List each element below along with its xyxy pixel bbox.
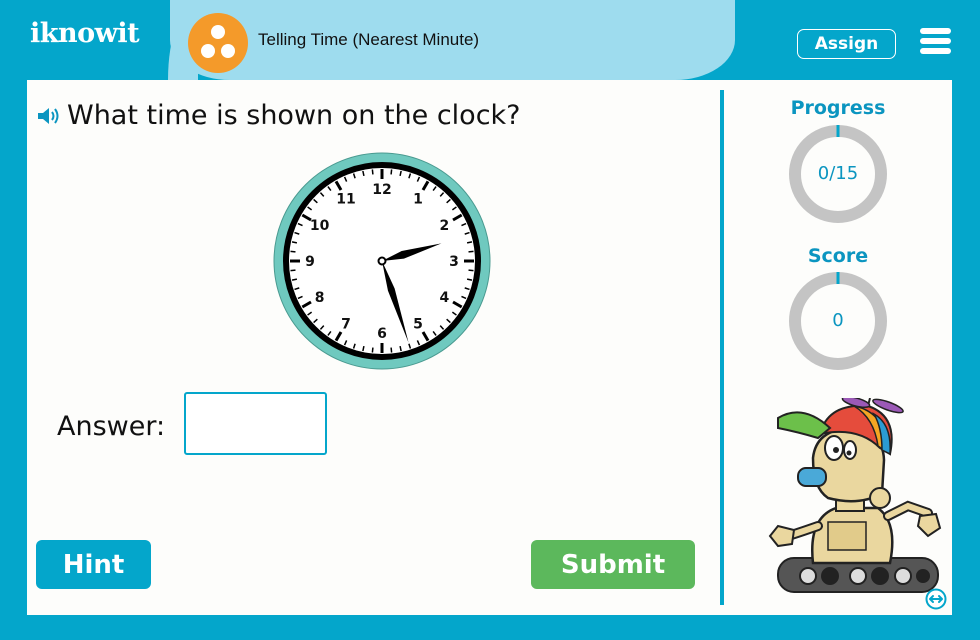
minute-tick <box>466 241 473 244</box>
robot-mascot <box>768 398 942 593</box>
minute-tick <box>371 169 374 175</box>
clock-numeral: 2 <box>439 218 449 234</box>
hint-button[interactable]: Hint <box>36 540 151 589</box>
minute-tick <box>390 169 393 175</box>
clock-numeral: 3 <box>449 254 459 270</box>
swap-horizontal-icon[interactable] <box>925 588 947 610</box>
answer-label: Answer: <box>57 411 166 442</box>
score-value: 0 <box>832 310 844 331</box>
assign-button[interactable]: Assign <box>797 29 896 59</box>
clock-numeral: 4 <box>439 290 449 306</box>
clock-numeral: 8 <box>315 290 325 306</box>
panel-divider <box>720 90 724 605</box>
clock-numeral: 5 <box>413 316 423 332</box>
minute-tick <box>468 269 474 272</box>
clock-numeral: 12 <box>372 182 391 198</box>
question-row: What time is shown on the clock? <box>37 100 521 131</box>
clock-numeral: 11 <box>336 192 355 208</box>
progress-value: 0/15 <box>817 163 859 184</box>
minute-tick <box>290 269 296 272</box>
minute-tick <box>390 347 393 353</box>
clock-numeral: 6 <box>377 326 387 342</box>
minute-tick <box>290 250 296 253</box>
minute-tick <box>362 170 365 177</box>
logo-text: iknowit <box>30 18 140 49</box>
clock-center <box>377 256 387 266</box>
iknowit-logo[interactable]: iknowit <box>30 18 140 49</box>
speaker-icon[interactable] <box>37 105 63 127</box>
three-dots-circle-icon <box>188 13 248 73</box>
clock-numeral: 10 <box>310 218 330 234</box>
clock-numeral: 7 <box>341 316 351 332</box>
clock-numeral: 9 <box>305 254 315 270</box>
minute-tick <box>371 347 374 353</box>
minute-tick <box>399 170 402 177</box>
minute-tick <box>291 278 298 281</box>
submit-button[interactable]: Submit <box>531 540 695 589</box>
analog-clock: 12 12 3 45 6 78 9 10 11 <box>273 152 491 370</box>
minute-tick <box>466 278 473 281</box>
minute-tick <box>362 345 365 352</box>
progress-label: Progress <box>790 97 886 119</box>
hamburger-menu-icon[interactable] <box>920 28 951 54</box>
answer-input[interactable] <box>184 392 327 455</box>
clock-numeral: 1 <box>413 192 423 208</box>
question-text: What time is shown on the clock? <box>67 100 521 131</box>
minute-tick <box>399 345 402 352</box>
score-label: Score <box>807 245 869 267</box>
minute-tick <box>468 250 474 253</box>
minute-tick <box>291 241 298 244</box>
lesson-title: Telling Time (Nearest Minute) <box>258 30 480 49</box>
